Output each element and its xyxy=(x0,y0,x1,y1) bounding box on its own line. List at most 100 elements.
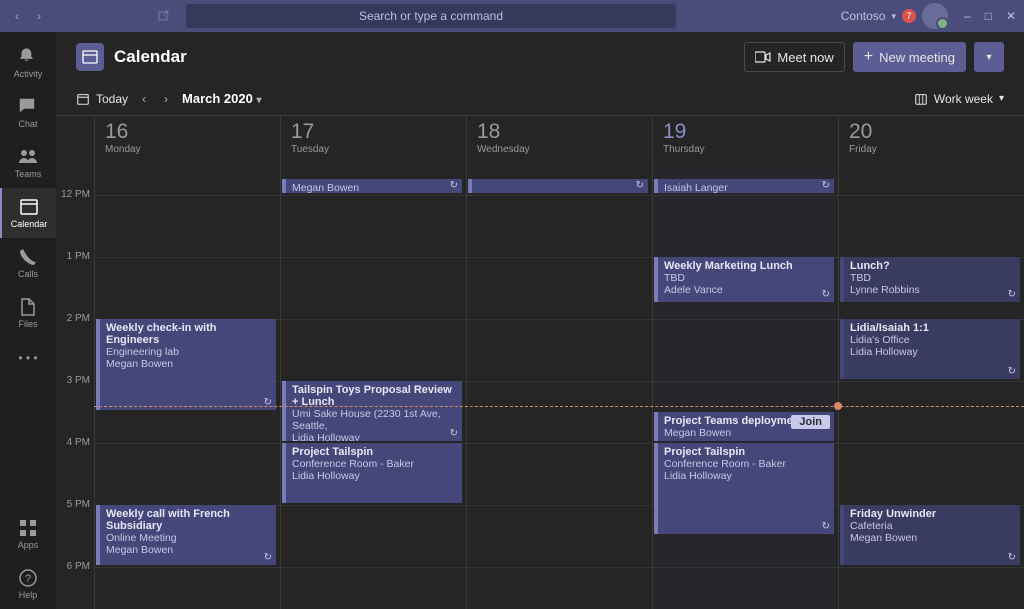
calendar-icon xyxy=(19,197,39,217)
org-switcher[interactable]: Contoso ▾ 7 xyxy=(841,3,948,29)
day-column[interactable] xyxy=(466,164,652,609)
event-subtitle: TBD xyxy=(850,272,1014,284)
day-header[interactable]: 19Thursday xyxy=(652,116,838,164)
notification-badge: 7 xyxy=(902,9,916,23)
meet-now-button[interactable]: Meet now xyxy=(744,42,844,72)
app-rail: Activity Chat Teams Calendar CallsFiles• • •… xyxy=(0,32,56,609)
popout-icon[interactable] xyxy=(156,9,170,23)
rail-label: Activity xyxy=(14,69,43,79)
calendar-event[interactable]: Weekly check-in with EngineersEngineerin… xyxy=(96,319,276,410)
close-icon[interactable]: ✕ xyxy=(1006,9,1016,23)
rail-calls[interactable]: Calls xyxy=(0,238,56,288)
rail-label: Chat xyxy=(18,119,37,129)
help-icon: ? xyxy=(18,568,38,588)
chevron-down-icon: ▾ xyxy=(256,95,261,106)
nav-arrows: ‹ › xyxy=(8,9,48,23)
prev-week-button[interactable]: ‹ xyxy=(138,92,150,106)
org-name: Contoso xyxy=(841,9,886,23)
calendar-event[interactable]: Lidia/Isaiah 1:1Lidia's OfficeLidia Holl… xyxy=(840,319,1020,379)
recurring-icon: ↻ xyxy=(822,521,830,532)
rail-apps[interactable]: Apps xyxy=(0,509,56,559)
recurring-icon: ↻ xyxy=(1008,366,1016,377)
plus-icon: + xyxy=(864,51,873,63)
recurring-icon: ↻ xyxy=(822,289,830,300)
event-subtitle: Isaiah Langer xyxy=(664,182,828,193)
event-organizer: Lidia Holloway xyxy=(292,470,456,482)
forward-icon[interactable]: › xyxy=(30,9,48,23)
calendar-event[interactable]: Friday UnwinderCafeteriaMegan Bowen↻ xyxy=(840,505,1020,565)
rail-label: Apps xyxy=(18,540,39,550)
window-controls: – □ ✕ xyxy=(964,9,1016,23)
event-title: Project Tailspin xyxy=(292,446,456,458)
calendar-event[interactable]: Project TailspinConference Room - BakerL… xyxy=(654,443,834,534)
event-organizer: Adele Vance xyxy=(664,284,828,296)
calendar-event[interactable]: Isaiah Langer↻ xyxy=(654,179,834,193)
event-organizer: Lidia Holloway xyxy=(292,432,456,441)
now-dot xyxy=(834,402,842,410)
rail-more[interactable]: • • • xyxy=(18,338,37,378)
event-title: Project Tailspin xyxy=(664,446,828,458)
recurring-icon: ↻ xyxy=(636,180,644,191)
day-of-week: Tuesday xyxy=(291,144,456,155)
rail-activity[interactable]: Activity xyxy=(0,38,56,88)
rail-help[interactable]: ? Help xyxy=(0,559,56,609)
join-button[interactable]: Join xyxy=(791,415,830,429)
event-title: Weekly Marketing Lunch xyxy=(664,260,828,272)
view-picker[interactable]: Work week ▾ xyxy=(914,92,1004,106)
avatar[interactable] xyxy=(922,3,948,29)
calendar-event[interactable]: Weekly Marketing LunchTBDAdele Vance↻ xyxy=(654,257,834,302)
calendar-grid[interactable]: Megan Bowen↻↻Isaiah Langer↻Weekly check-… xyxy=(94,164,1024,609)
month-picker[interactable]: March 2020 ▾ xyxy=(182,91,261,106)
day-header[interactable]: 18Wednesday xyxy=(466,116,652,164)
new-meeting-dropdown[interactable]: ▾ xyxy=(974,42,1004,72)
rail-chat[interactable]: Chat xyxy=(0,88,56,138)
calendar-event[interactable]: ↻ xyxy=(468,179,648,193)
titlebar: ‹ › Search or type a command Contoso ▾ 7… xyxy=(0,0,1024,32)
view-label: Work week xyxy=(934,92,993,106)
rail-teams[interactable]: Teams xyxy=(0,138,56,188)
time-label: 12 PM xyxy=(56,189,90,200)
time-label: 5 PM xyxy=(56,499,90,510)
time-label: 4 PM xyxy=(56,437,90,448)
event-organizer: Lidia Holloway xyxy=(850,346,1014,358)
recurring-icon: ↻ xyxy=(1008,289,1016,300)
today-button[interactable]: Today xyxy=(76,92,128,106)
calendar-event[interactable]: Megan Bowen↻ xyxy=(282,179,462,193)
day-column[interactable] xyxy=(652,164,838,609)
event-organizer: Lidia Holloway xyxy=(664,470,828,482)
minimize-icon[interactable]: – xyxy=(964,9,971,23)
calls-icon xyxy=(18,247,38,267)
event-organizer: Megan Bowen xyxy=(106,358,270,370)
day-of-week: Monday xyxy=(105,144,270,155)
calendar-event[interactable]: Tailspin Toys Proposal Review + LunchUmi… xyxy=(282,381,462,441)
rail-calendar[interactable]: Calendar xyxy=(0,188,56,238)
rail-files[interactable]: Files xyxy=(0,288,56,338)
day-header[interactable]: 16Monday xyxy=(94,116,280,164)
maximize-icon[interactable]: □ xyxy=(985,9,992,23)
event-subtitle: Lidia's Office xyxy=(850,334,1014,346)
new-meeting-button[interactable]: + New meeting xyxy=(853,42,966,72)
day-header[interactable]: 17Tuesday xyxy=(280,116,466,164)
day-number: 19 xyxy=(663,120,828,144)
next-week-button[interactable]: › xyxy=(160,92,172,106)
calendar-event[interactable]: Project Teams deploymentMegan BowenJoin xyxy=(654,412,834,441)
day-number: 18 xyxy=(477,120,642,144)
main: Calendar Meet now + New meeting ▾ Today … xyxy=(56,32,1024,609)
rail-label: Teams xyxy=(15,169,42,179)
time-label: 3 PM xyxy=(56,375,90,386)
back-icon[interactable]: ‹ xyxy=(8,9,26,23)
day-header[interactable]: 20Friday xyxy=(838,116,1024,164)
rail-label: Calendar xyxy=(11,219,48,229)
calendar-event[interactable]: Weekly call with French SubsidiaryOnline… xyxy=(96,505,276,565)
chevron-down-icon: ▾ xyxy=(986,52,991,63)
search-input[interactable]: Search or type a command xyxy=(186,4,676,28)
chevron-down-icon: ▾ xyxy=(999,93,1004,104)
calendar-event[interactable]: Project TailspinConference Room - BakerL… xyxy=(282,443,462,503)
calendar-toolbar: Today ‹ › March 2020 ▾ Work week ▾ xyxy=(56,82,1024,116)
event-subtitle: Online Meeting xyxy=(106,532,270,544)
time-label: 1 PM xyxy=(56,251,90,262)
rail-label: Help xyxy=(19,590,38,600)
files-icon xyxy=(18,297,38,317)
calendar-event[interactable]: Lunch?TBDLynne Robbins↻ xyxy=(840,257,1020,302)
day-of-week: Wednesday xyxy=(477,144,642,155)
